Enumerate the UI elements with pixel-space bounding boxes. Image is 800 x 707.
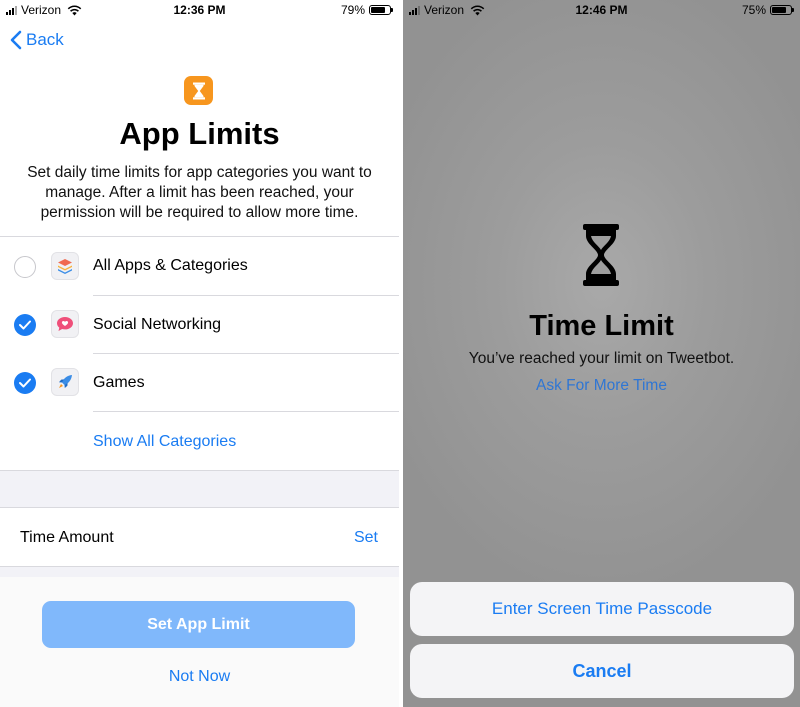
category-label: Games [93,374,145,391]
hourglass-icon [583,224,619,286]
clock: 12:46 PM [575,3,628,17]
category-label: All Apps & Categories [93,257,248,274]
clock: 12:36 PM [173,3,226,17]
time-limit-screen: Verizon 12:46 PM 75% Time Limit You’ve r… [403,0,800,707]
category-row-social-networking[interactable]: Social Networking [0,296,399,354]
back-label: Back [26,30,64,49]
battery-icon [770,5,794,15]
chevron-left-icon [10,30,22,50]
time-limit-title: Time Limit [529,310,674,342]
show-all-categories-link[interactable]: Show All Categories [93,433,236,451]
speech-heart-icon [51,310,79,338]
section-spacer [0,471,399,507]
show-all-categories-row[interactable]: Show All Categories [0,412,399,470]
rocket-icon [51,368,79,396]
battery-icon [369,5,393,15]
category-row-games[interactable]: Games [0,354,399,412]
category-row-all-apps[interactable]: All Apps & Categories [0,237,399,295]
section-spacer [0,567,399,577]
page-title: App Limits [119,116,280,151]
hourglass-app-icon [184,76,213,105]
battery-status: 79% [340,3,393,17]
time-limit-message: You’ve reached your limit on Tweetbot. [468,350,735,367]
time-amount-set-link[interactable]: Set [354,529,378,547]
category-label: Social Networking [93,316,222,333]
battery-percent: 79% [340,3,365,17]
ask-for-more-time-link[interactable]: Ask For More Time [403,377,800,395]
time-amount-label: Time Amount [20,529,114,546]
page-description: Set daily time limits for app categories… [27,164,372,221]
checkmark-circle-icon[interactable] [14,314,36,336]
enter-passcode-button[interactable]: Enter Screen Time Passcode [410,582,794,636]
set-app-limit-button[interactable]: Set App Limit [42,601,355,648]
checkmark-circle-icon[interactable] [14,372,36,394]
status-bar: Verizon 12:36 PM 79% [0,0,399,20]
stack-icon [51,252,79,280]
status-bar: Verizon 12:46 PM 75% [403,0,800,20]
cancel-button[interactable]: Cancel [410,644,794,698]
battery-status: 75% [741,3,794,17]
back-button[interactable]: Back [10,30,64,50]
app-limits-screen: Verizon 12:36 PM 79% Back App Limits Set… [0,0,399,707]
time-amount-row[interactable]: Time Amount Set [0,508,399,566]
battery-percent: 75% [741,3,766,17]
not-now-button[interactable]: Not Now [0,668,399,686]
unchecked-circle-icon[interactable] [14,256,36,278]
